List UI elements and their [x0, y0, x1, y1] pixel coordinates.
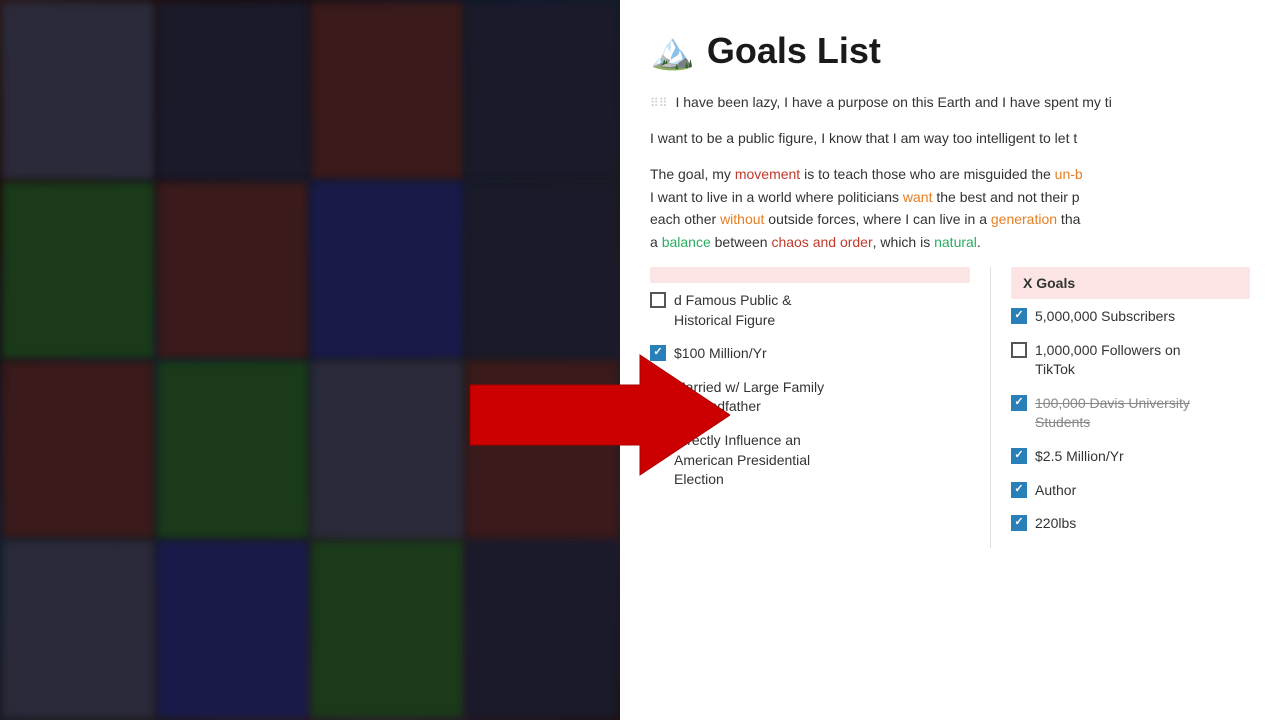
left-goals-column: d Famous Public &Historical Figure $100 … [650, 267, 990, 548]
para-1: I want to be a public figure, I know tha… [650, 127, 1250, 149]
intro-line: ⠿⠿ I have been lazy, I have a purpose on… [650, 92, 1250, 113]
right-col-header: X Goals [1011, 267, 1250, 299]
highlight-unb: un-b [1055, 166, 1083, 182]
goal-author-text: Author [1035, 481, 1250, 501]
goal-author: Author [1011, 481, 1250, 501]
goal-influence-election: Directly Influence anAmerican Presidenti… [650, 431, 970, 490]
title-icon: 🏔️ [650, 30, 695, 72]
goal-100m-text: $100 Million/Yr [674, 344, 970, 364]
goal-2m5-text: $2.5 Million/Yr [1035, 447, 1250, 467]
content-panel: 🏔️ Goals List ⠿⠿ I have been lazy, I hav… [620, 0, 1280, 720]
checkbox-davis[interactable] [1011, 395, 1027, 411]
highlight-balance: balance [662, 234, 711, 250]
checkbox-tiktok[interactable] [1011, 342, 1027, 358]
highlight-movement: movement [735, 166, 800, 182]
left-col-header [650, 267, 970, 283]
para-2: The goal, my movement is to teach those … [650, 163, 1250, 253]
checkbox-famous[interactable] [650, 292, 666, 308]
drag-handle[interactable]: ⠿⠿ [650, 96, 668, 110]
page-title: Goals List [707, 30, 881, 72]
checkbox-married[interactable] [650, 379, 666, 395]
highlight-natural: natural [934, 234, 977, 250]
highlight-chaos: chaos and order [771, 234, 872, 250]
goal-married-text: Married w/ Large Family+ Grandfather [674, 378, 970, 417]
highlight-without: without [720, 211, 764, 227]
goal-5m-text: 5,000,000 Subscribers [1035, 307, 1250, 327]
checkbox-5m-subs[interactable] [1011, 308, 1027, 324]
goal-5m-subscribers: 5,000,000 Subscribers [1011, 307, 1250, 327]
goals-columns: d Famous Public &Historical Figure $100 … [650, 267, 1250, 548]
highlight-want: want [903, 189, 933, 205]
goal-100-million: $100 Million/Yr [650, 344, 970, 364]
checkbox-author[interactable] [1011, 482, 1027, 498]
checkbox-220[interactable] [1011, 515, 1027, 531]
goal-davis-text: 100,000 Davis UniversityStudents [1035, 394, 1250, 433]
goal-2m5-million: $2.5 Million/Yr [1011, 447, 1250, 467]
blurred-left-panel [0, 0, 620, 720]
goal-tiktok-text: 1,000,000 Followers onTikTok [1035, 341, 1250, 380]
goal-220-text: 220lbs [1035, 514, 1250, 534]
goal-married-family: Married w/ Large Family+ Grandfather [650, 378, 970, 417]
goal-davis-students: 100,000 Davis UniversityStudents [1011, 394, 1250, 433]
right-goals-column: X Goals 5,000,000 Subscribers 1,000,000 … [990, 267, 1250, 548]
goal-famous-text: d Famous Public &Historical Figure [674, 291, 970, 330]
goal-220lbs: 220lbs [1011, 514, 1250, 534]
goal-famous-public: d Famous Public &Historical Figure [650, 291, 970, 330]
checkbox-influence[interactable] [650, 432, 666, 448]
highlight-generation: generation [991, 211, 1057, 227]
checkbox-100m[interactable] [650, 345, 666, 361]
goal-influence-text: Directly Influence anAmerican Presidenti… [674, 431, 970, 490]
page-title-container: 🏔️ Goals List [650, 30, 1250, 72]
checkbox-2m5[interactable] [1011, 448, 1027, 464]
goal-1m-tiktok: 1,000,000 Followers onTikTok [1011, 341, 1250, 380]
